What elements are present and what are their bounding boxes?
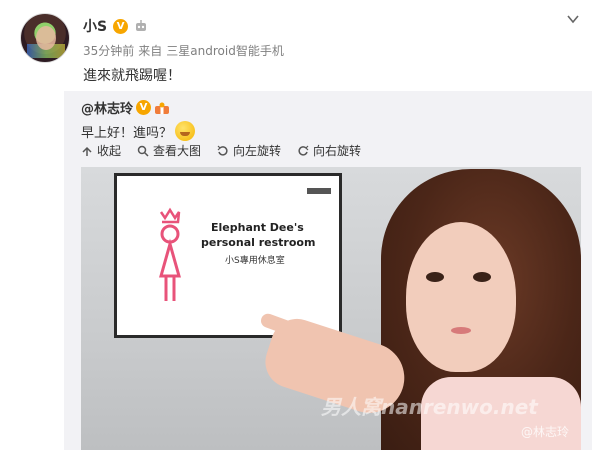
photo-eye-left bbox=[426, 272, 444, 282]
woman-figure-icon bbox=[159, 207, 181, 301]
sign-logo bbox=[307, 188, 331, 194]
weibo-post: 小S V 35分钟前 来自 三星android智能手机 進來就飛踢喔！ @林志玲… bbox=[0, 0, 592, 450]
collapse-icon bbox=[82, 146, 92, 156]
photo-credit: @林志玲 bbox=[521, 425, 570, 439]
photo-face bbox=[406, 222, 516, 372]
search-icon bbox=[137, 145, 149, 157]
post-source[interactable]: 三星android智能手机 bbox=[166, 42, 284, 59]
vip-badge-icon[interactable]: V bbox=[113, 18, 129, 34]
view-large-label: 查看大图 bbox=[153, 144, 202, 158]
rotate-right-button[interactable]: 向右旋转 bbox=[297, 142, 361, 159]
robot-icon[interactable] bbox=[134, 19, 148, 33]
rotate-left-button[interactable]: 向左旋转 bbox=[217, 142, 281, 159]
post-photo[interactable]: Elephant Dee's personal restroom 小S專用休息室… bbox=[81, 167, 581, 450]
collapse-button[interactable]: 收起 bbox=[81, 142, 121, 159]
chevron-down-icon[interactable] bbox=[566, 12, 580, 26]
smiley-emoji-icon bbox=[175, 121, 196, 141]
sign-title-line1: Elephant Dee's bbox=[211, 221, 304, 234]
quoted-author-row: @林志玲 V bbox=[81, 98, 170, 117]
quoted-author-name[interactable]: @林志玲 bbox=[81, 98, 133, 117]
avatar-image-face bbox=[36, 26, 56, 50]
quoted-post: @林志玲 V 早上好！進吗？ 收起 查看大图 向左旋转 向右旋转 Elephan… bbox=[64, 91, 592, 450]
post-meta: 35分钟前 来自 三星android智能手机 bbox=[83, 42, 284, 59]
view-large-button[interactable]: 查看大图 bbox=[137, 142, 201, 159]
restroom-sign: Elephant Dee's personal restroom 小S專用休息室 bbox=[114, 173, 342, 338]
photo-watermark: 男人窝nanrenwo.net bbox=[321, 395, 538, 419]
rotate-left-icon bbox=[217, 145, 228, 156]
photo-mouth bbox=[451, 327, 471, 334]
photo-actions: 收起 查看大图 向左旋转 向右旋转 bbox=[81, 142, 361, 159]
collapse-label: 收起 bbox=[97, 144, 122, 158]
rotate-right-icon bbox=[298, 145, 309, 156]
avatar[interactable] bbox=[20, 13, 70, 63]
quoted-text: 早上好！進吗？ bbox=[81, 125, 173, 141]
vip-badge-icon[interactable]: V bbox=[136, 100, 152, 115]
quoted-text-row: 早上好！進吗？ bbox=[81, 121, 196, 141]
rotate-right-label: 向右旋转 bbox=[313, 144, 362, 158]
photo-eye-right bbox=[473, 272, 491, 282]
gift-icon[interactable] bbox=[154, 101, 170, 115]
author-name[interactable]: 小S bbox=[83, 16, 107, 36]
rotate-left-label: 向左旋转 bbox=[233, 144, 282, 158]
source-prefix: 来自 bbox=[138, 44, 163, 58]
author-row: 小S V bbox=[83, 16, 148, 36]
post-text: 進來就飛踢喔！ bbox=[83, 68, 181, 84]
sign-subtitle: 小S專用休息室 bbox=[225, 256, 285, 266]
sign-title-line2: personal restroom bbox=[201, 236, 316, 249]
post-time[interactable]: 35分钟前 bbox=[83, 42, 134, 59]
